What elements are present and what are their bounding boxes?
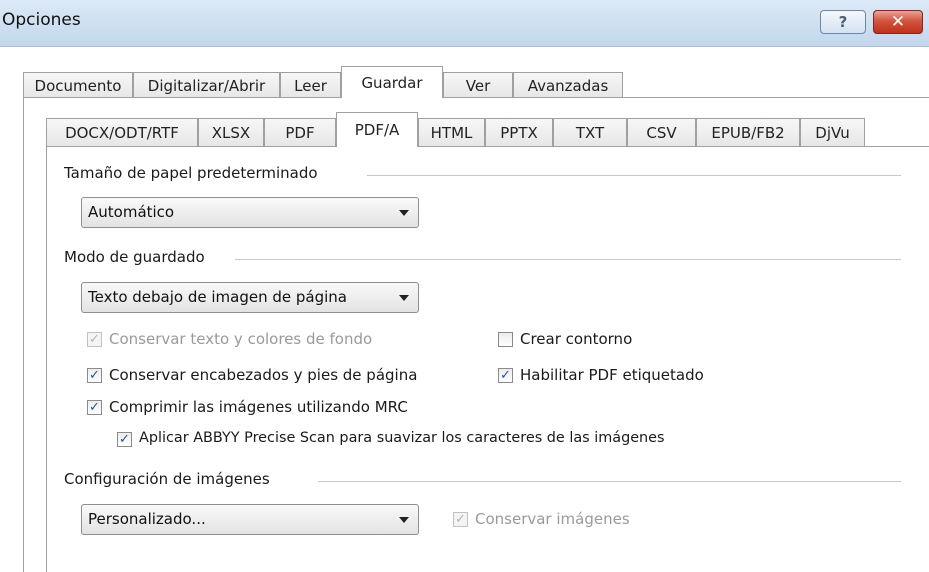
tab-docx-odt-rtf[interactable]: DOCX/ODT/RTF <box>46 118 198 147</box>
images-value: Personalizado... <box>88 510 206 528</box>
inner-panel-border <box>46 146 47 572</box>
precise-scan-label: Aplicar ABBYY Precise Scan para suavizar… <box>139 430 665 446</box>
chevron-down-icon <box>399 210 409 216</box>
close-button[interactable]: ✕ <box>873 10 923 34</box>
save-mode-group-label: Modo de guardado <box>64 248 205 266</box>
keep-images-checkbox[interactable]: ✓ <box>453 512 468 527</box>
precise-scan-checkbox[interactable]: ✓ <box>117 432 132 447</box>
window-title: Opciones <box>2 10 81 30</box>
tab-xlsx[interactable]: XLSX <box>198 118 264 147</box>
mrc-label: Comprimir las imágenes utilizando MRC <box>109 398 408 416</box>
tab-avanzadas[interactable]: Avanzadas <box>513 72 623 98</box>
keep-headers-checkbox[interactable]: ✓ <box>87 368 102 383</box>
create-outline-label: Crear contorno <box>520 330 633 348</box>
tab-pdf-a[interactable]: PDF/A <box>336 112 418 147</box>
create-outline-checkbox[interactable] <box>498 332 513 347</box>
keep-images-label: Conservar imágenes <box>475 510 630 528</box>
outer-tab-baseline <box>23 97 929 98</box>
tab-digitalizar-abrir[interactable]: Digitalizar/Abrir <box>133 72 280 98</box>
chevron-down-icon <box>399 517 409 523</box>
tab-leer[interactable]: Leer <box>280 72 341 98</box>
images-dropdown[interactable]: Personalizado... <box>81 504 419 535</box>
keep-headers-label: Conservar encabezados y pies de página <box>109 366 418 384</box>
tab-ver[interactable]: Ver <box>443 72 513 98</box>
help-button[interactable]: ? <box>820 10 866 34</box>
images-group-line <box>318 481 901 482</box>
paper-size-dropdown[interactable]: Automático <box>81 197 419 228</box>
inner-tab-baseline <box>46 146 929 147</box>
chevron-down-icon <box>399 295 409 301</box>
tab-html[interactable]: HTML <box>418 118 485 147</box>
save-mode-value: Texto debajo de imagen de página <box>88 288 347 306</box>
tab-csv[interactable]: CSV <box>627 118 696 147</box>
save-mode-group-line <box>235 259 901 260</box>
tab-guardar[interactable]: Guardar <box>341 66 443 98</box>
paper-size-group-line <box>367 175 901 176</box>
tab-txt[interactable]: TXT <box>553 118 627 147</box>
tagged-pdf-checkbox[interactable]: ✓ <box>498 368 513 383</box>
keep-text-bg-checkbox[interactable]: ✓ <box>87 332 102 347</box>
tab-documento[interactable]: Documento <box>23 72 133 98</box>
tab-pptx[interactable]: PPTX <box>485 118 553 147</box>
images-group-label: Configuración de imágenes <box>64 470 270 488</box>
window-titlebar: Opciones ? ✕ <box>0 0 929 47</box>
mrc-checkbox[interactable]: ✓ <box>87 400 102 415</box>
save-mode-dropdown[interactable]: Texto debajo de imagen de página <box>81 282 419 313</box>
tagged-pdf-label: Habilitar PDF etiquetado <box>520 366 704 384</box>
tab-pdf[interactable]: PDF <box>264 118 336 147</box>
paper-size-group-label: Tamaño de papel predeterminado <box>64 164 318 182</box>
outer-panel-border <box>23 97 24 572</box>
paper-size-value: Automático <box>88 203 175 221</box>
tab-epub-fb2[interactable]: EPUB/FB2 <box>696 118 800 147</box>
tab-djvu[interactable]: DjVu <box>800 118 865 147</box>
keep-text-bg-label: Conservar texto y colores de fondo <box>109 330 373 348</box>
